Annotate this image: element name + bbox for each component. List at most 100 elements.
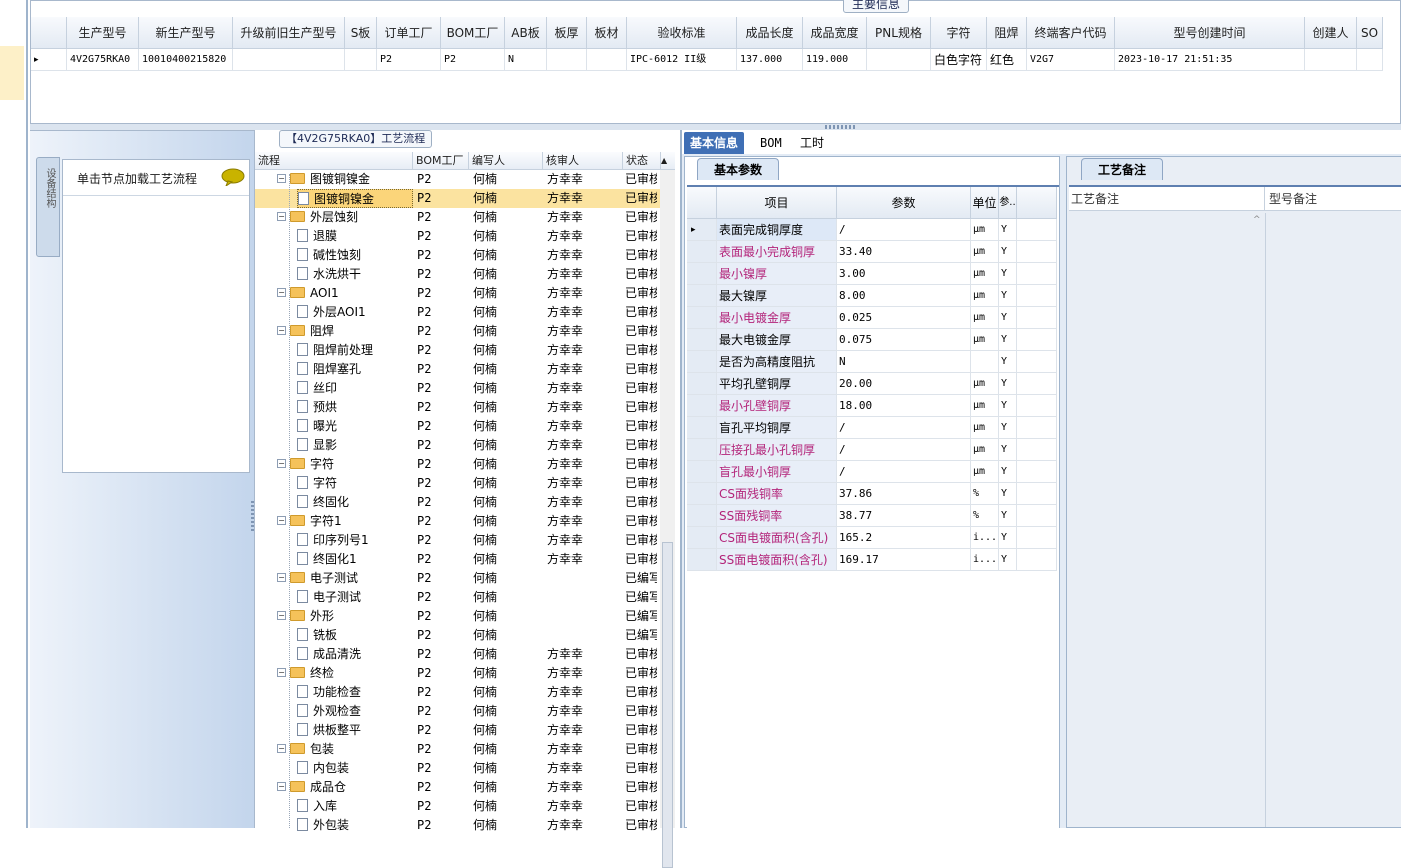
top-column-header[interactable]: 成品宽度 [803, 17, 867, 49]
tree-row[interactable]: 入库 P2 何楠 方幸幸 已审核 [255, 797, 675, 816]
tree-row[interactable]: 铣板 P2 何楠 已编写 [255, 626, 675, 645]
param-value[interactable]: 37.86 [837, 483, 971, 505]
tree-row[interactable]: 阻焊塞孔 P2 何楠 方幸幸 已审核 [255, 360, 675, 379]
top-column-header[interactable]: SO [1357, 17, 1383, 49]
param-value[interactable]: 0.075 [837, 329, 971, 351]
tab-basic-params[interactable]: 基本参数 [697, 158, 779, 180]
param-row[interactable]: SS面电镀面积(含孔) 169.17 i... Y [687, 549, 1059, 571]
param-value[interactable]: 38.77 [837, 505, 971, 527]
tree-row[interactable]: − 阻焊 P2 何楠 方幸幸 已审核 [255, 322, 675, 341]
top-column-header[interactable]: 板材 [587, 17, 627, 49]
tree-row[interactable]: 终固化1 P2 何楠 方幸幸 已审核 [255, 550, 675, 569]
tree-row[interactable]: 显影 P2 何楠 方幸幸 已审核 [255, 436, 675, 455]
top-cell-value[interactable]: 红色 [987, 49, 1027, 71]
top-column-header[interactable]: BOM工厂 [441, 17, 505, 49]
tree-row[interactable]: 水洗烘干 P2 何楠 方幸幸 已审核 [255, 265, 675, 284]
tab-bom[interactable]: BOM [754, 132, 788, 154]
top-column-header[interactable]: 阻焊 [987, 17, 1027, 49]
row-header[interactable] [687, 527, 717, 549]
top-column-header[interactable]: 验收标准 [627, 17, 737, 49]
row-header[interactable] [687, 461, 717, 483]
top-cell-value[interactable] [547, 49, 587, 71]
top-cell-value[interactable]: 白色字符 [931, 49, 987, 71]
collapse-toggle-icon[interactable]: − [277, 459, 286, 468]
tree-node[interactable]: 印序列号1 [297, 531, 413, 550]
param-row[interactable]: 最小电镀金厚 0.025 μm Y [687, 307, 1059, 329]
param-row[interactable]: CS面电镀面积(含孔) 165.2 i... Y [687, 527, 1059, 549]
tree-node[interactable]: 外观检查 [297, 702, 413, 721]
row-header[interactable] [687, 417, 717, 439]
param-value[interactable]: 33.40 [837, 241, 971, 263]
param-value[interactable]: 18.00 [837, 395, 971, 417]
tree-node[interactable]: − AOI1 [277, 284, 413, 303]
top-column-header[interactable]: PNL规格 [867, 17, 931, 49]
tree-row[interactable]: 外观检查 P2 何楠 方幸幸 已审核 [255, 702, 675, 721]
tree-node[interactable]: 字符 [297, 474, 413, 493]
tree-row[interactable]: 终固化 P2 何楠 方幸幸 已审核 [255, 493, 675, 512]
tree-column-header[interactable]: BOM工厂 [413, 152, 469, 170]
param-value[interactable]: 165.2 [837, 527, 971, 549]
basic-column-header[interactable]: 项目 [717, 187, 837, 219]
tree-row[interactable]: 预烘 P2 何楠 方幸幸 已审核 [255, 398, 675, 417]
top-cell-value[interactable] [587, 49, 627, 71]
tab-work-hours[interactable]: 工时 [794, 132, 830, 154]
collapse-toggle-icon[interactable]: − [277, 326, 286, 335]
top-column-header[interactable]: 字符 [931, 17, 987, 49]
top-cell-value[interactable]: 4V2G75RKA0 [67, 49, 139, 71]
row-header[interactable] [687, 439, 717, 461]
top-column-header[interactable]: 创建人 [1305, 17, 1357, 49]
tree-node[interactable]: 预烘 [297, 398, 413, 417]
param-row[interactable]: 最大镍厚 8.00 μm Y [687, 285, 1059, 307]
param-row[interactable]: 盲孔最小铜厚 / μm Y [687, 461, 1059, 483]
tree-node[interactable]: − 阻焊 [277, 322, 413, 341]
tree-row[interactable]: 曝光 P2 何楠 方幸幸 已审核 [255, 417, 675, 436]
tree-row[interactable]: − 字符 P2 何楠 方幸幸 已审核 [255, 455, 675, 474]
top-cell-value[interactable]: 10010400215820 [139, 49, 233, 71]
param-value[interactable]: / [837, 439, 971, 461]
tree-row[interactable]: − 字符1 P2 何楠 方幸幸 已审核 [255, 512, 675, 531]
top-cell-value[interactable] [1305, 49, 1357, 71]
tree-node[interactable]: − 电子测试 [277, 569, 413, 588]
basic-column-header[interactable]: 单位 [971, 187, 999, 219]
top-column-header[interactable]: 板厚 [547, 17, 587, 49]
top-column-header[interactable]: S板 [345, 17, 377, 49]
tree-column-header[interactable]: 流程 [255, 152, 413, 170]
top-cell-value[interactable]: V2G7 [1027, 49, 1115, 71]
tree-node[interactable]: 水洗烘干 [297, 265, 413, 284]
top-cell-value[interactable]: 2023-10-17 21:51:35 [1115, 49, 1305, 71]
param-row[interactable]: 盲孔平均铜厚 / μm Y [687, 417, 1059, 439]
tree-node[interactable]: 外包装 [297, 816, 413, 835]
tree-row[interactable]: 阻焊前处理 P2 何楠 方幸幸 已审核 [255, 341, 675, 360]
row-header[interactable] [687, 395, 717, 417]
tree-column-header[interactable]: 状态 [623, 152, 661, 170]
param-row[interactable]: SS面残铜率 38.77% Y [687, 505, 1059, 527]
top-cell-value[interactable] [233, 49, 345, 71]
vertical-tab-equipment-structure[interactable]: 设备结构 [36, 157, 60, 257]
tree-column-header[interactable]: 编写人 [469, 152, 543, 170]
tree-node[interactable]: 铣板 [297, 626, 413, 645]
tree-row[interactable]: − 图镀铜镍金 P2 何楠 方幸幸 已审核 [255, 170, 675, 189]
row-header[interactable] [687, 241, 717, 263]
collapse-toggle-icon[interactable]: − [277, 288, 286, 297]
collapse-toggle-icon[interactable]: − [277, 573, 286, 582]
sort-up-icon[interactable]: ▲ [658, 152, 672, 170]
top-column-header[interactable]: 生产型号 [67, 17, 139, 49]
top-column-header[interactable]: 成品长度 [737, 17, 803, 49]
tree-node[interactable]: 内包装 [297, 759, 413, 778]
tab-process-notes[interactable]: 工艺备注 [1081, 158, 1163, 180]
top-cell-value[interactable]: P2 [441, 49, 505, 71]
row-header[interactable] [687, 549, 717, 571]
tree-row[interactable]: 图镀铜镍金 P2 何楠 方幸幸 已审核 [255, 189, 675, 208]
param-value[interactable]: / [837, 461, 971, 483]
param-row[interactable]: 表面最小完成铜厚 33.40 μm Y [687, 241, 1059, 263]
row-header[interactable] [687, 373, 717, 395]
left-nav-selected-item[interactable] [0, 46, 24, 100]
top-cell-value[interactable]: P2 [377, 49, 441, 71]
tree-node[interactable]: 功能检查 [297, 683, 413, 702]
top-column-header[interactable]: AB板 [505, 17, 547, 49]
row-header[interactable] [687, 329, 717, 351]
row-header[interactable] [687, 483, 717, 505]
top-column-header[interactable]: 升级前旧生产型号 [233, 17, 345, 49]
tree-row[interactable]: − 外形 P2 何楠 已编写 [255, 607, 675, 626]
tree-node[interactable]: 终固化1 [297, 550, 413, 569]
